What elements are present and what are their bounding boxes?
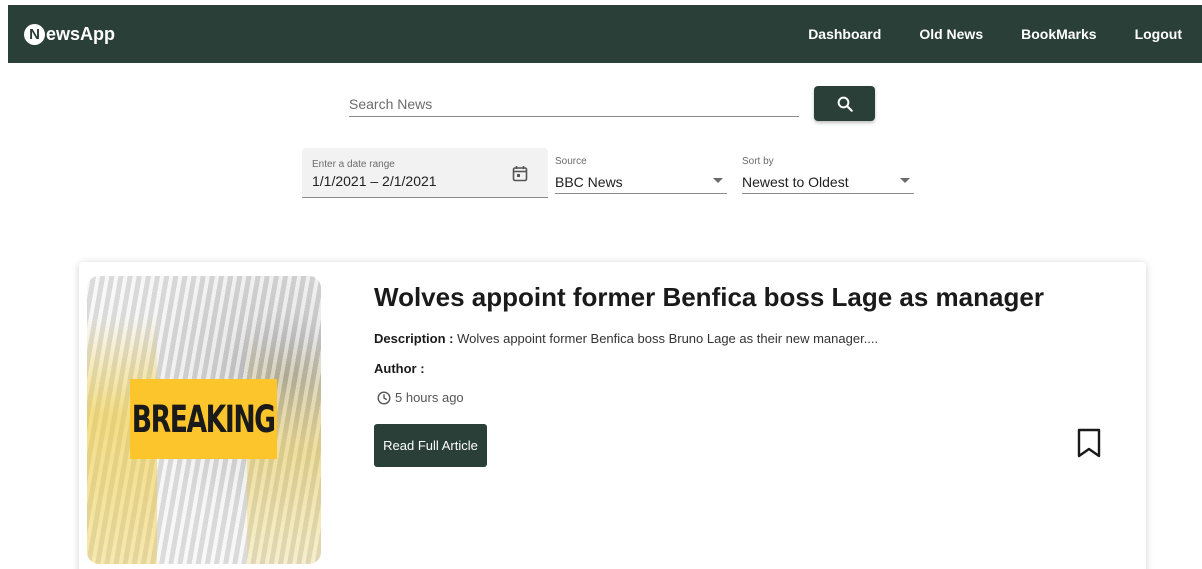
source-value: BBC News xyxy=(555,174,623,190)
nav-bookmarks[interactable]: BookMarks xyxy=(1021,26,1096,42)
date-range-label: Enter a date range xyxy=(312,159,395,170)
nav-dashboard[interactable]: Dashboard xyxy=(808,26,881,42)
clock-icon xyxy=(377,390,391,405)
bookmark-icon[interactable] xyxy=(1076,428,1102,458)
nav-logout[interactable]: Logout xyxy=(1135,26,1182,42)
search-button[interactable] xyxy=(814,86,875,121)
description-label: Description : xyxy=(374,331,454,346)
article-description: Description : Wolves appoint former Benf… xyxy=(374,331,878,346)
source-select[interactable]: Source BBC News xyxy=(555,150,727,194)
breaking-text: BREAKING xyxy=(132,397,276,441)
calendar-icon[interactable] xyxy=(512,165,528,182)
time-text: 5 hours ago xyxy=(395,390,464,405)
article-card: BREAKING Wolves appoint former Benfica b… xyxy=(79,262,1146,569)
date-range-field[interactable]: Enter a date range 1/1/2021 – 2/1/2021 xyxy=(302,148,548,198)
sort-label: Sort by xyxy=(742,156,774,167)
search-icon xyxy=(837,96,853,112)
article-title: Wolves appoint former Benfica boss Lage … xyxy=(374,282,1044,312)
breaking-banner: BREAKING xyxy=(130,379,277,459)
search-field xyxy=(349,86,799,117)
brand-text: ewsApp xyxy=(46,23,116,44)
article-image: BREAKING xyxy=(87,276,321,564)
chevron-down-icon xyxy=(713,178,723,183)
nav-links: Dashboard Old News BookMarks Logout xyxy=(770,5,1202,63)
chevron-down-icon xyxy=(900,178,910,183)
source-label: Source xyxy=(555,156,587,167)
brand-logo[interactable]: N ewsApp xyxy=(24,23,116,45)
date-range-value: 1/1/2021 – 2/1/2021 xyxy=(312,173,437,189)
top-navbar: N ewsApp Dashboard Old News BookMarks Lo… xyxy=(8,5,1202,63)
nav-old-news[interactable]: Old News xyxy=(919,26,983,42)
author-label: Author : xyxy=(374,361,425,376)
description-text: Wolves appoint former Benfica boss Bruno… xyxy=(457,331,879,346)
brand-badge: N xyxy=(24,23,45,45)
sort-select[interactable]: Sort by Newest to Oldest xyxy=(742,150,914,194)
search-input[interactable] xyxy=(349,86,799,116)
read-full-article-button[interactable]: Read Full Article xyxy=(374,424,487,467)
sort-value: Newest to Oldest xyxy=(742,174,849,190)
article-time: 5 hours ago xyxy=(377,390,464,405)
